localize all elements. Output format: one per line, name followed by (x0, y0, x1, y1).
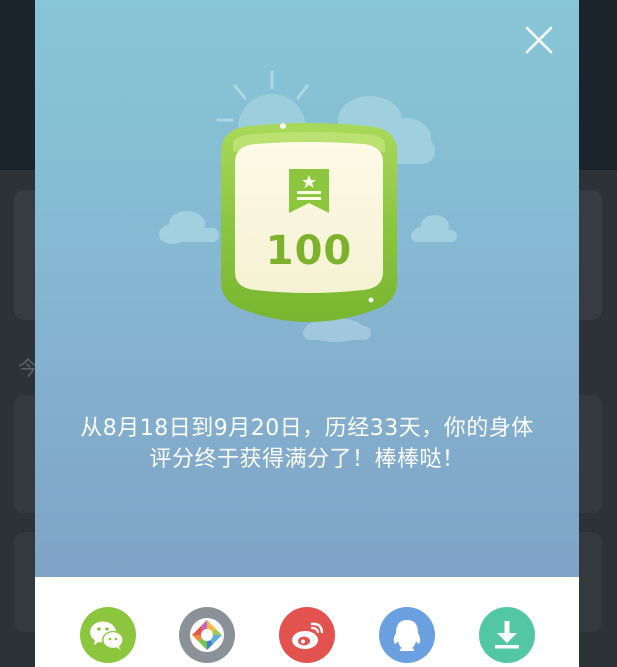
modal-hero: 100 从8月18日到9月20日，历经33天，你的身体 评分终于获得满分了！棒棒… (35, 0, 579, 577)
download-icon (479, 607, 535, 663)
share-weibo-button[interactable] (279, 607, 335, 663)
achievement-modal: 100 从8月18日到9月20日，历经33天，你的身体 评分终于获得满分了！棒棒… (35, 0, 579, 667)
weibo-icon (279, 607, 335, 663)
score-value: 100 (265, 228, 353, 274)
share-wechat-button[interactable] (80, 607, 136, 663)
download-button[interactable] (479, 607, 535, 663)
achievement-message: 从8月18日到9月20日，历经33天，你的身体 评分终于获得满分了！棒棒哒！ (55, 413, 559, 475)
score-badge: 100 (211, 122, 407, 332)
share-moments-button[interactable] (179, 607, 235, 663)
ribbon-star-icon (289, 169, 329, 213)
message-line-1: 从8月18日到9月20日，历经33天，你的身体 (80, 416, 534, 441)
message-line-2: 评分终于获得满分了！棒棒哒！ (149, 447, 465, 472)
badge-shield (221, 123, 397, 322)
wechat-icon (80, 607, 136, 663)
wechat-moments-icon (179, 607, 235, 663)
close-button[interactable] (519, 20, 559, 60)
close-icon (525, 26, 553, 54)
qq-icon (379, 607, 435, 663)
share-qq-button[interactable] (379, 607, 435, 663)
